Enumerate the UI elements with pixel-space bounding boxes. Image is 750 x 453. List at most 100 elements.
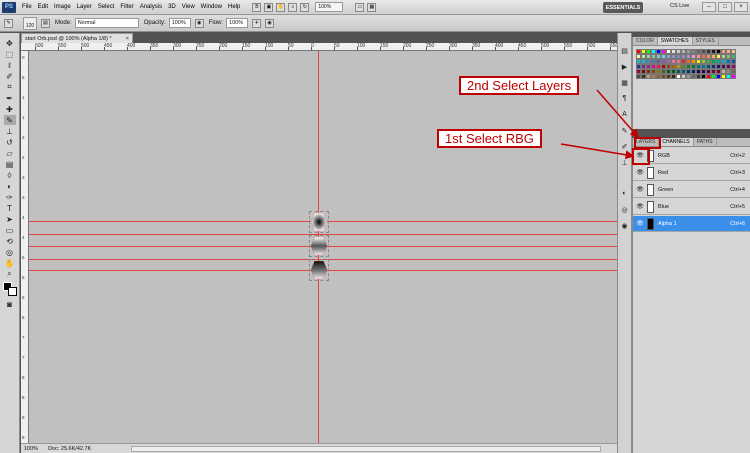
opacity-input[interactable]: 100% [168, 18, 191, 28]
tab-swatches[interactable]: SWATCHES [657, 37, 693, 45]
bridge-icon[interactable]: B [252, 2, 262, 12]
visibility-eye-icon[interactable]: 👁 [635, 168, 645, 178]
hand-tool-icon[interactable]: ✋ [4, 258, 16, 268]
masks-panel-icon[interactable]: ◎ [619, 204, 630, 215]
channel-row-red[interactable]: 👁 Red Ctrl+3 [633, 165, 750, 181]
tab-styles[interactable]: STYLES [693, 37, 719, 45]
move-tool-icon[interactable]: ✥ [4, 38, 16, 48]
adjustments-panel-icon[interactable]: ◐ [619, 188, 630, 199]
channel-row-blue[interactable]: 👁 Blue Ctrl+5 [633, 199, 750, 215]
brush-tool-icon[interactable]: ✎ [3, 115, 16, 125]
visibility-eye-icon[interactable]: 👁 [635, 202, 645, 212]
status-zoom[interactable]: 100% [24, 446, 38, 452]
menu-3d[interactable]: 3D [168, 4, 176, 10]
ruler-tick [472, 47, 473, 50]
history-brush-tool-icon[interactable]: ↺ [4, 137, 16, 147]
menu-file[interactable]: File [22, 4, 32, 10]
horizontal-scrollbar[interactable] [131, 445, 602, 452]
crop-tool-icon[interactable]: ⌗ [4, 82, 16, 92]
zoom-tool-icon[interactable]: ⌕ [4, 269, 16, 279]
hand-icon[interactable]: ✋ [276, 2, 286, 12]
eraser-tool-icon[interactable]: ▱ [4, 148, 16, 158]
status-doc-info[interactable]: Doc: 25.6K/42.7K [48, 446, 91, 452]
maximize-icon[interactable]: □ [718, 2, 732, 12]
paragraph-panel-icon[interactable]: ¶ [619, 93, 630, 104]
path-select-tool-icon[interactable]: ➤ [4, 214, 16, 224]
document-close-icon[interactable]: × [126, 36, 129, 42]
orb-shape[interactable] [309, 211, 329, 233]
background-color[interactable] [7, 287, 17, 296]
workspace-essentials-button[interactable]: ESSENTIALS [603, 2, 643, 13]
cs-live-button[interactable]: CS Live [670, 3, 689, 9]
marquee-tool-icon[interactable]: ⬚ [4, 49, 16, 59]
zoom-icon[interactable]: ⌕ [288, 2, 298, 12]
menu-edit[interactable]: Edit [38, 4, 48, 10]
channel-thumbnail [647, 200, 654, 213]
type-tool-icon[interactable]: T [4, 203, 16, 213]
dodge-tool-icon[interactable]: ◐ [4, 181, 16, 191]
orb-shape[interactable] [309, 259, 329, 281]
minimize-icon[interactable]: – [702, 2, 716, 12]
tool-presets-icon[interactable]: ✎ [619, 125, 630, 136]
ruler-vertical[interactable]: 0 5 1 1 2 2 3 3 4 4 5 5 6 6 7 7 8 8 9 9 [21, 51, 29, 443]
ruler-horizontal[interactable]: 600 550 500 450 400 350 300 250 200 150 100 50 0 50 10… [21, 43, 617, 51]
zoom-level-select[interactable]: 100% [315, 2, 344, 12]
character-panel-icon[interactable]: A [619, 109, 630, 120]
arrange-documents-icon[interactable]: ▦ [367, 2, 377, 12]
close-icon[interactable]: × [734, 2, 748, 12]
quick-mask-icon[interactable]: ◙ [4, 299, 16, 309]
shape-tool-icon[interactable]: ▭ [4, 225, 16, 235]
mini-bridge-icon[interactable]: ▦ [619, 77, 630, 88]
history-panel-icon[interactable]: ▤ [619, 45, 630, 56]
menu-analysis[interactable]: Analysis [140, 4, 162, 10]
blur-tool-icon[interactable]: ◊ [4, 170, 16, 180]
eyedropper-tool-icon[interactable]: ✒ [4, 93, 16, 103]
quick-select-tool-icon[interactable]: ✐ [4, 71, 16, 81]
tab-paths[interactable]: PATHS [694, 138, 717, 146]
tab-channels[interactable]: CHANNELS [659, 138, 694, 146]
menu-layer[interactable]: Layer [77, 4, 92, 10]
tab-color[interactable]: COLOR [633, 37, 658, 45]
3d-camera-tool-icon[interactable]: ◎ [4, 247, 16, 257]
menu-filter[interactable]: Filter [120, 4, 133, 10]
swatch[interactable] [731, 74, 736, 79]
pen-tool-icon[interactable]: ✑ [4, 192, 16, 202]
menu-image[interactable]: Image [54, 4, 71, 10]
document-tab[interactable]: start Orb.psd @ 100% (Alpha 1/8) * × [21, 33, 133, 43]
3d-panel-icon[interactable]: ◉ [619, 220, 630, 231]
orb-shape[interactable] [309, 235, 329, 257]
healing-tool-icon[interactable]: ✚ [4, 104, 16, 114]
visibility-eye-icon[interactable]: 👁 [635, 219, 645, 229]
flow-input[interactable]: 100% [226, 18, 249, 28]
gradient-tool-icon[interactable]: ▤ [4, 159, 16, 169]
pressure-size-icon[interactable]: ◉ [265, 18, 275, 28]
menu-help[interactable]: Help [228, 4, 240, 10]
screen-mode-icon[interactable]: ▭ [355, 2, 365, 12]
brush-panel-icon[interactable]: ✐ [619, 141, 630, 152]
menu-select[interactable]: Select [98, 4, 115, 10]
airbrush-icon[interactable]: ✈ [252, 18, 262, 28]
brush-panel-toggle-icon[interactable]: ▤ [41, 18, 50, 28]
ruler-tick [426, 47, 427, 50]
pressure-opacity-icon[interactable]: ◉ [194, 18, 204, 28]
brush-size-picker[interactable]: 120 [23, 16, 37, 30]
swatch-grid[interactable] [636, 49, 750, 79]
canvas[interactable] [29, 51, 617, 443]
mini-bridge-icon[interactable]: ▣ [264, 2, 274, 12]
mode-select[interactable]: Normal [74, 18, 139, 28]
brush-tool-preset-icon[interactable]: ✎ [4, 18, 13, 28]
channel-shortcut: Ctrl+6 [730, 220, 745, 227]
menu-window[interactable]: Window [201, 4, 222, 10]
visibility-eye-icon[interactable]: 👁 [635, 185, 645, 195]
channel-row-rgb[interactable]: 👁 RGB Ctrl+2 [633, 148, 750, 164]
rotate-view-icon[interactable]: ↻ [300, 2, 310, 12]
actions-panel-icon[interactable]: ▶ [619, 61, 630, 72]
color-swatches[interactable] [2, 282, 17, 296]
channel-row-alpha-1[interactable]: 👁 Alpha 1 Ctrl+6 [633, 216, 750, 232]
channel-row-green[interactable]: 👁 Green Ctrl+4 [633, 182, 750, 198]
lasso-tool-icon[interactable]: ℓ [4, 60, 16, 70]
clone-source-icon[interactable]: ⊥ [619, 157, 630, 168]
clone-stamp-tool-icon[interactable]: ⊥ [4, 126, 16, 136]
menu-view[interactable]: View [182, 4, 195, 10]
3d-rotate-tool-icon[interactable]: ⟲ [4, 236, 16, 246]
